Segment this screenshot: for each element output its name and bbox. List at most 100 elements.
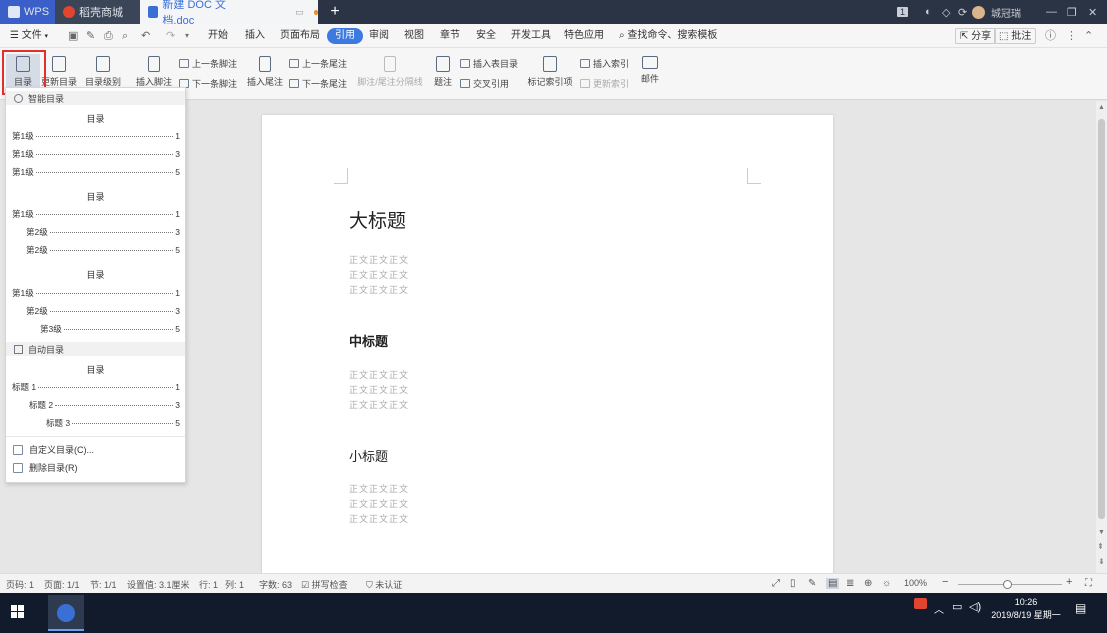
print-preview-icon[interactable]: ⌕ bbox=[122, 28, 128, 44]
doc-body-line[interactable]: 正文正文正文 bbox=[349, 368, 409, 381]
status-page-number[interactable]: 页码: 1 bbox=[6, 578, 34, 591]
quick-access-chevron-icon[interactable]: ▾ bbox=[185, 28, 189, 44]
windows-start-icon[interactable] bbox=[11, 605, 25, 619]
reading-mode-icon[interactable]: ▯ bbox=[790, 578, 796, 589]
menu-special[interactable]: 特色应用 bbox=[564, 28, 604, 44]
doc-body-line[interactable]: 正文正文正文 bbox=[349, 482, 409, 495]
tab-document[interactable]: 新建 DOC 文档.doc ▭ bbox=[140, 0, 318, 27]
insert-footnote-button[interactable]: 插入脚注 bbox=[134, 56, 174, 88]
notification-icon[interactable]: ▤ bbox=[1075, 601, 1086, 615]
doc-body-line[interactable]: 正文正文正文 bbox=[349, 268, 409, 281]
status-pages[interactable]: 页面: 1/1 bbox=[44, 578, 80, 591]
status-row[interactable]: 行: 1 bbox=[199, 578, 218, 591]
status-column[interactable]: 列: 1 bbox=[225, 578, 244, 591]
new-tab-button[interactable]: + bbox=[324, 0, 346, 24]
tab-pin-icon[interactable]: ▭ bbox=[295, 7, 304, 18]
menu-start[interactable]: 开始 bbox=[208, 28, 228, 44]
fit-page-icon[interactable]: ⛶ bbox=[1085, 578, 1092, 589]
menu-security[interactable]: 安全 bbox=[476, 28, 496, 44]
theme-icon[interactable]: ◐ bbox=[925, 0, 932, 24]
more-icon[interactable]: ⋮ bbox=[1066, 28, 1077, 44]
status-setting[interactable]: 设置值: 3.1厘米 bbox=[127, 578, 190, 591]
command-search[interactable]: ⌕ 查找命令、搜索模板 bbox=[619, 28, 717, 44]
doc-body-line[interactable]: 正文正文正文 bbox=[349, 253, 409, 266]
save-icon[interactable]: ▣ bbox=[68, 28, 78, 44]
volume-icon[interactable]: ◁) bbox=[969, 600, 981, 613]
scroll-up-icon[interactable]: ▲ bbox=[1098, 104, 1105, 111]
zoom-slider-thumb[interactable] bbox=[1003, 580, 1012, 589]
wps-taskbar-app[interactable] bbox=[48, 595, 84, 631]
update-index-button[interactable]: 更新索引 bbox=[580, 77, 629, 90]
sync-icon[interactable]: ⟳ bbox=[958, 0, 967, 24]
outline-view-icon[interactable]: ≣ bbox=[846, 578, 854, 589]
spell-check-button[interactable]: ☑ 拼写检查 bbox=[301, 578, 348, 591]
web-view-icon[interactable]: ⊕ bbox=[864, 578, 872, 589]
doc-body-line[interactable]: 正文正文正文 bbox=[349, 512, 409, 525]
network-icon[interactable]: ▭ bbox=[952, 600, 962, 613]
menu-developer[interactable]: 开发工具 bbox=[511, 28, 551, 44]
write-mode-icon[interactable]: ✎ bbox=[808, 578, 816, 589]
scrollbar-thumb[interactable] bbox=[1098, 119, 1105, 519]
delete-toc-item[interactable]: 删除目录(R) bbox=[13, 461, 78, 474]
undo-icon[interactable]: ↶ bbox=[141, 28, 150, 44]
vertical-scrollbar[interactable]: ▲ ▼ ⇞ ⇟ bbox=[1096, 101, 1107, 573]
file-menu[interactable]: ☰ 文件 ▾ bbox=[10, 28, 48, 44]
menu-references[interactable]: 引用 bbox=[327, 28, 363, 44]
restore-button[interactable]: ❐ bbox=[1067, 0, 1077, 24]
next-page-icon[interactable]: ⇟ bbox=[1098, 557, 1105, 566]
print-icon[interactable]: ⎙ bbox=[104, 28, 113, 44]
user-profile[interactable]: 城冠瑞 bbox=[972, 0, 1021, 24]
tab-wps[interactable]: WPS bbox=[0, 0, 55, 24]
menu-view[interactable]: 视图 bbox=[404, 28, 424, 44]
sogou-ime-icon[interactable] bbox=[914, 598, 927, 609]
doc-body-line[interactable]: 正文正文正文 bbox=[349, 497, 409, 510]
mail-button[interactable]: 邮件 bbox=[640, 56, 660, 85]
menu-chapter[interactable]: 章节 bbox=[440, 28, 460, 44]
custom-toc-item[interactable]: 自定义目录(C)... bbox=[13, 443, 94, 456]
doc-heading-1[interactable]: 大标题 bbox=[349, 206, 406, 233]
format-painter-icon[interactable]: ✎ bbox=[86, 28, 95, 44]
prev-footnote-button[interactable]: 上一条脚注 bbox=[179, 57, 237, 70]
mark-index-button[interactable]: 标记索引项 bbox=[527, 56, 573, 88]
share-button[interactable]: ⇱ 分享 bbox=[955, 28, 997, 44]
close-button[interactable]: ✕ bbox=[1088, 0, 1097, 24]
eye-protection-icon[interactable]: ☼ bbox=[882, 578, 891, 589]
doc-body-line[interactable]: 正文正文正文 bbox=[349, 398, 409, 411]
comment-button[interactable]: ⬚ 批注 bbox=[994, 28, 1037, 44]
auth-status[interactable]: ⛉ 未认证 bbox=[366, 578, 402, 591]
insert-table-toc-button[interactable]: 插入表目录 bbox=[460, 57, 518, 70]
doc-heading-3[interactable]: 小标题 bbox=[349, 446, 388, 465]
next-footnote-button[interactable]: 下一条脚注 bbox=[179, 77, 237, 90]
doc-body-line[interactable]: 正文正文正文 bbox=[349, 383, 409, 396]
zoom-level[interactable]: 100% bbox=[904, 578, 927, 588]
redo-icon[interactable]: ↷ bbox=[166, 28, 175, 44]
document-page[interactable] bbox=[262, 115, 833, 575]
fullscreen-icon[interactable]: ⤢ bbox=[772, 578, 780, 589]
collapse-ribbon-icon[interactable]: ⌃ bbox=[1084, 28, 1093, 44]
page-badge[interactable]: 1 bbox=[897, 0, 909, 24]
footnote-separator-button[interactable]: 脚注/尾注分隔线 bbox=[355, 56, 425, 88]
caption-button[interactable]: 题注 bbox=[432, 56, 454, 88]
zoom-out-button[interactable]: − bbox=[942, 576, 948, 588]
menu-insert[interactable]: 插入 bbox=[245, 28, 265, 44]
menu-page-layout[interactable]: 页面布局 bbox=[280, 28, 320, 44]
zoom-in-button[interactable]: + bbox=[1066, 576, 1072, 588]
toc-level-button[interactable]: 目录级别 bbox=[81, 56, 125, 88]
menu-review[interactable]: 审阅 bbox=[369, 28, 389, 44]
help-icon[interactable]: ⓘ bbox=[1045, 28, 1056, 44]
status-section[interactable]: 节: 1/1 bbox=[90, 578, 117, 591]
insert-index-button[interactable]: 插入索引 bbox=[580, 57, 629, 70]
cross-reference-button[interactable]: 交叉引用 bbox=[460, 77, 509, 90]
page-view-icon[interactable]: ▤ bbox=[826, 578, 840, 589]
tray-chevron-icon[interactable]: ︿ bbox=[934, 601, 944, 616]
tab-daoke-store[interactable]: 稻壳商城 bbox=[55, 0, 140, 24]
minimize-button[interactable]: — bbox=[1046, 0, 1057, 24]
next-endnote-button[interactable]: 下一条尾注 bbox=[289, 77, 347, 90]
prev-page-icon[interactable]: ⇞ bbox=[1097, 542, 1104, 551]
doc-heading-2[interactable]: 中标题 bbox=[349, 331, 388, 350]
insert-endnote-button[interactable]: 插入尾注 bbox=[245, 56, 285, 88]
prev-endnote-button[interactable]: 上一条尾注 bbox=[289, 57, 347, 70]
scroll-down-icon[interactable]: ▼ bbox=[1098, 529, 1105, 536]
clock[interactable]: 10:26 2019/8/19 星期一 bbox=[990, 596, 1062, 622]
doc-body-line[interactable]: 正文正文正文 bbox=[349, 283, 409, 296]
